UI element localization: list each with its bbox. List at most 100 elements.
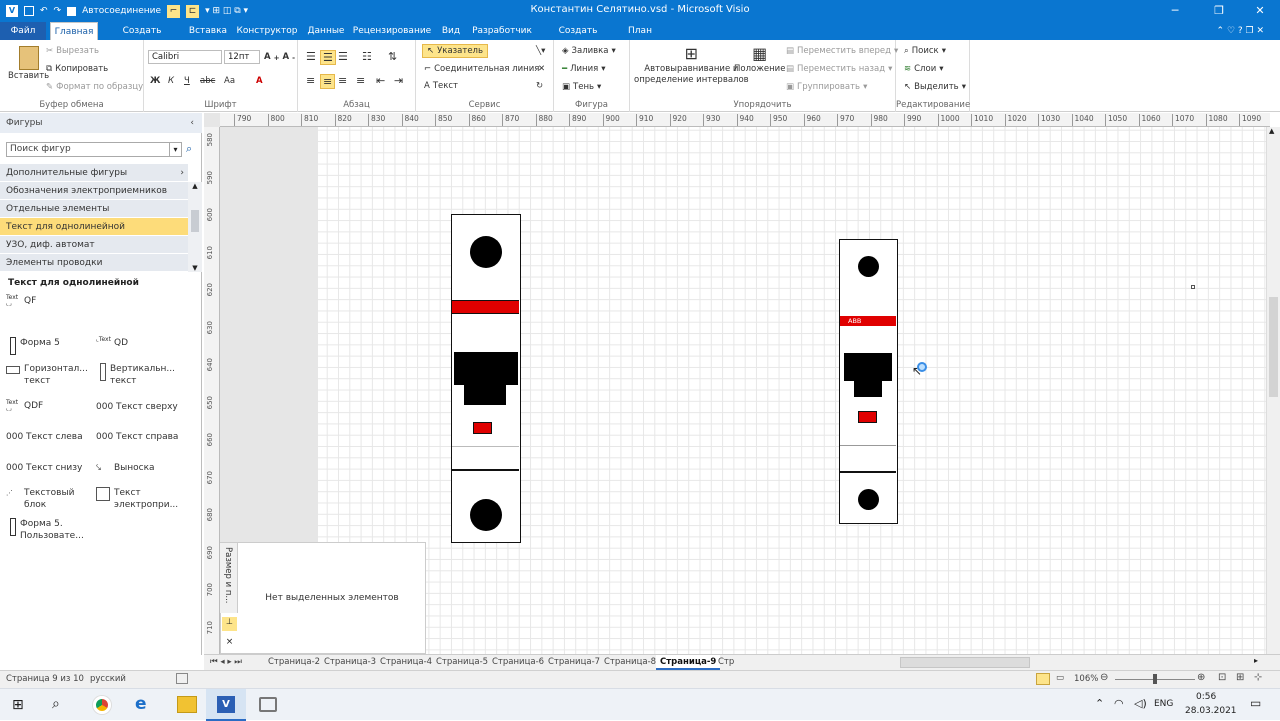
tab-review[interactable]: Рецензирование (352, 22, 432, 40)
input-language[interactable]: ENG (1154, 699, 1173, 709)
align-top-button[interactable]: ☰ (306, 50, 316, 63)
align-center-button[interactable]: ≡ (320, 74, 336, 89)
windows-start-icon[interactable]: ⊞ (12, 697, 24, 713)
shape-item-qd[interactable]: ⌞Text QD (96, 337, 128, 351)
zoom-out-icon[interactable]: ⊖ (1100, 672, 1108, 683)
tab-new-1[interactable]: Создать вкладку (102, 22, 182, 54)
collapse-panel-icon[interactable]: ‹ (190, 113, 194, 133)
page-tab-4[interactable]: Страница-4 (376, 655, 436, 670)
zoom-level[interactable]: 106% (1074, 674, 1098, 684)
size-panel-tab[interactable]: Размер и п... (220, 543, 238, 613)
font-size-combo[interactable]: 12пт (224, 50, 260, 64)
close-tool-icon[interactable]: ✕ (538, 64, 545, 74)
page-tab-9[interactable]: Страница-9 (656, 655, 721, 670)
shape-item-callout[interactable]: ⤥ Выноска (96, 462, 155, 476)
page-tab-6[interactable]: Страница-6 (488, 655, 548, 670)
pointer-tool-button[interactable]: ↖ Указатель (422, 44, 488, 58)
page-tab-more[interactable]: Стр (714, 655, 738, 670)
snipping-tool-icon[interactable] (259, 697, 277, 712)
fit-page-icon[interactable]: ⊡ (1218, 672, 1226, 683)
shape-item-text-top[interactable]: 000 Текст сверху (96, 401, 178, 413)
dropdown-arrow-icon[interactable]: ▾ (169, 143, 181, 156)
maximize-button[interactable]: ❐ (1204, 2, 1234, 20)
stencil-scrollbar[interactable]: ▲ ▼ (188, 182, 202, 272)
text-direction-button[interactable]: ⇅ (388, 50, 397, 63)
minimize-button[interactable]: ─ (1160, 2, 1190, 20)
align-left-button[interactable]: ≡ (306, 74, 315, 87)
volume-icon[interactable]: ◁) (1134, 697, 1147, 710)
line-button[interactable]: ━ Линия ▾ (562, 64, 606, 74)
shape-item-qf[interactable]: Text ⌞⌟ QF (6, 295, 36, 309)
line-tool-icon[interactable]: ╲▾ (536, 46, 545, 56)
copy-button[interactable]: ⧉ Копировать (46, 64, 108, 74)
stencil-single-elements[interactable]: Отдельные элементы (0, 200, 188, 218)
connector-tool-button[interactable]: ⌐ Соединительная линия (424, 64, 539, 74)
decrease-indent-button[interactable]: ⇤ (376, 74, 385, 87)
shape-item-text-block[interactable]: ⋰ Текстовый блок (6, 487, 92, 511)
stencil-single-line-text[interactable]: Текст для однолинейной (0, 218, 188, 236)
italic-button[interactable]: К (168, 76, 174, 86)
edge-icon[interactable]: e (135, 694, 147, 714)
search-icon[interactable]: ⌕ (186, 142, 192, 156)
close-button[interactable]: ✕ (1245, 2, 1275, 20)
grow-font-button[interactable]: A + A- (264, 52, 295, 62)
ribbon-right-icons[interactable]: ⌃ ♡ ? ❐ ✕ (1180, 22, 1270, 40)
fill-button[interactable]: ◈ Заливка ▾ (562, 46, 616, 56)
stencil-scroll-thumb[interactable] (191, 210, 199, 232)
shape-item-text-bottom[interactable]: 000 Текст снизу (6, 462, 82, 474)
format-painter-button[interactable]: ✎ Формат по образцу (46, 82, 143, 92)
chrome-icon[interactable] (93, 696, 111, 714)
tab-insert[interactable]: Вставка (186, 22, 230, 40)
text-tool-button[interactable]: A Текст (424, 81, 458, 91)
shape-item-qdf[interactable]: Text ⌞⌟ QDF (6, 400, 43, 414)
group-button[interactable]: ▣ Группировать ▾ (786, 82, 867, 92)
scroll-down-icon[interactable]: ▼ (188, 264, 202, 272)
underline-button[interactable]: Ч (184, 76, 190, 86)
page-tab-3[interactable]: Страница-3 (320, 655, 380, 670)
rotate-tool-icon[interactable]: ↻ (536, 81, 543, 91)
justify-button[interactable]: ≡ (356, 74, 365, 87)
tab-data[interactable]: Данные (304, 22, 348, 40)
tab-developer[interactable]: Разработчик (470, 22, 534, 40)
scroll-up-icon[interactable]: ▲ (188, 182, 202, 190)
shadow-button[interactable]: ▣ Тень ▾ (562, 82, 601, 92)
shape-item-form5-user[interactable]: Форма 5. Пользовате... (6, 518, 96, 542)
page-nav-arrows[interactable]: ⏮ ◂ ▸ ⏭ (206, 655, 246, 670)
scroll-up-arrow-icon[interactable]: ▲ (1269, 127, 1274, 135)
zoom-in-icon[interactable]: ⊕ (1197, 672, 1205, 683)
shape-item-horizontal-text[interactable]: Горизонтал... текст (6, 363, 92, 387)
clock-time[interactable]: 0:56 (1196, 692, 1216, 702)
align-bottom-button[interactable]: ☰ (338, 50, 348, 63)
page-tab-2[interactable]: Страница-2 (264, 655, 324, 670)
stencil-extra-shapes[interactable]: Дополнительные фигуры › (0, 164, 188, 182)
notifications-icon[interactable]: ▭ (1250, 696, 1261, 710)
find-button[interactable]: ⌕ Поиск ▾ (904, 46, 946, 56)
normal-view-icon[interactable] (1036, 673, 1050, 685)
bold-button[interactable]: Ж (150, 76, 160, 86)
cut-button[interactable]: ✂ Вырезать (46, 46, 99, 56)
autoalign-button[interactable]: ⊞ Автовыравнивание и определение интерва… (634, 44, 749, 85)
visio-taskbar-button[interactable]: V (206, 689, 246, 721)
align-right-button[interactable]: ≡ (338, 74, 347, 87)
select-button[interactable]: ↖ Выделить ▾ (904, 82, 966, 92)
breaker-shape-2[interactable]: ABB (839, 239, 898, 524)
align-middle-button[interactable]: ☰ (320, 50, 336, 65)
switch-windows-icon[interactable]: ⊞ (1236, 672, 1244, 683)
stencil-wiring[interactable]: Элементы проводки (0, 254, 188, 272)
tab-view[interactable]: Вид (436, 22, 466, 40)
bring-forward-button[interactable]: ▤ Переместить вперед ▾ (786, 46, 898, 56)
horizontal-scroll-thumb[interactable] (900, 657, 1030, 668)
tab-new-2[interactable]: Создать вкладку (538, 22, 618, 54)
layers-button[interactable]: ≋ Слои ▾ (904, 64, 944, 74)
page-tab-7[interactable]: Страница-7 (544, 655, 604, 670)
strike-button[interactable]: abc (200, 76, 215, 86)
vertical-scroll-thumb[interactable] (1269, 297, 1278, 397)
shape-item-text-left[interactable]: 000 Текст слева (6, 431, 83, 443)
page-tab-8[interactable]: Страница-8 (600, 655, 660, 670)
page-tab-5[interactable]: Страница-5 (432, 655, 492, 670)
send-backward-button[interactable]: ▤ Переместить назад ▾ (786, 64, 892, 74)
shape-search-input[interactable]: Поиск фигур ▾ (6, 142, 182, 157)
tab-home[interactable]: Главная (50, 22, 98, 40)
stencil-electro-symbols[interactable]: Обозначения электроприемников (0, 182, 188, 200)
tab-file[interactable]: Файл (0, 22, 46, 40)
